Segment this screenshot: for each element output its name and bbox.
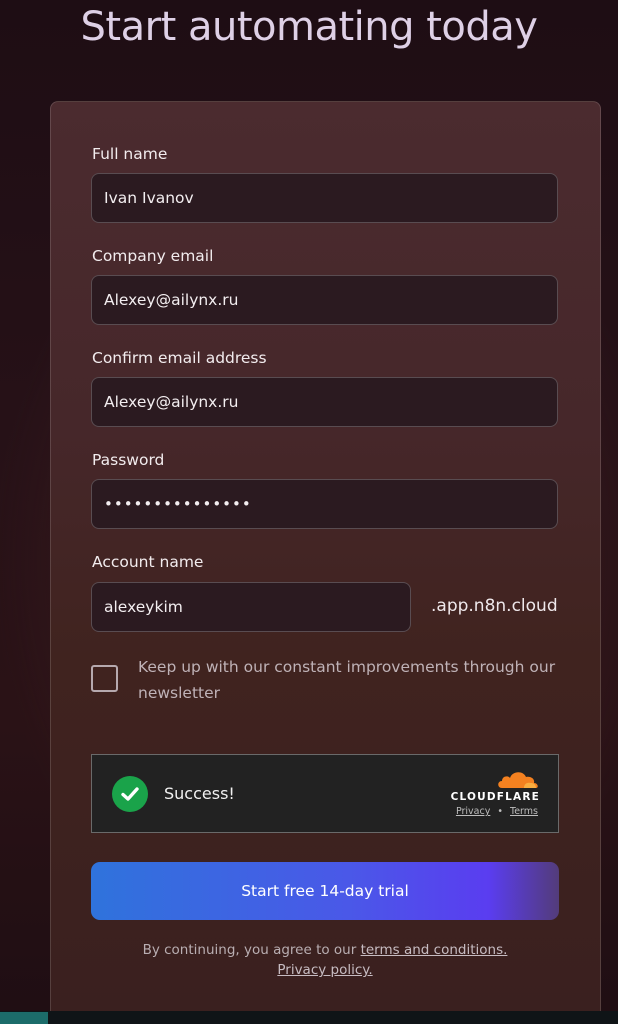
success-check-icon (112, 776, 148, 812)
cloudflare-terms-link[interactable]: Terms (510, 806, 538, 817)
captcha-status-text: Success! (164, 784, 235, 803)
newsletter-checkbox[interactable] (91, 665, 118, 692)
terms-link[interactable]: terms and conditions. (361, 942, 508, 958)
cloudflare-cloud-icon (498, 772, 538, 788)
confirm-email-label: Confirm email address (92, 349, 267, 367)
company-email-input[interactable] (91, 275, 558, 325)
confirm-email-input[interactable] (91, 377, 558, 427)
cloudflare-links-separator: • (497, 806, 503, 817)
cloudflare-links: Privacy • Terms (456, 806, 538, 817)
bottom-bar (0, 1011, 618, 1024)
company-email-label: Company email (92, 247, 214, 265)
account-domain-suffix: .app.n8n.cloud (431, 596, 558, 616)
page-heading: Start automating today (80, 4, 538, 50)
password-input[interactable] (91, 479, 558, 529)
start-trial-button[interactable]: Start free 14-day trial (91, 862, 559, 920)
cloudflare-privacy-link[interactable]: Privacy (456, 806, 490, 817)
legal-prefix: By continuing, you agree to our (142, 942, 361, 958)
cloudflare-captcha-widget[interactable]: Success! CLOUDFLARE Privacy • Terms (91, 754, 559, 833)
account-name-label: Account name (92, 553, 204, 571)
account-name-input[interactable] (91, 582, 411, 632)
bottom-bar-accent (0, 1012, 48, 1024)
full-name-input[interactable] (91, 173, 558, 223)
cloudflare-wordmark: CLOUDFLARE (450, 791, 540, 803)
legal-notice: By continuing, you agree to our terms an… (91, 940, 559, 980)
full-name-label: Full name (92, 145, 168, 163)
password-label: Password (92, 451, 165, 469)
privacy-policy-link[interactable]: Privacy policy. (277, 962, 372, 978)
newsletter-label: Keep up with our constant improvements t… (138, 658, 556, 702)
